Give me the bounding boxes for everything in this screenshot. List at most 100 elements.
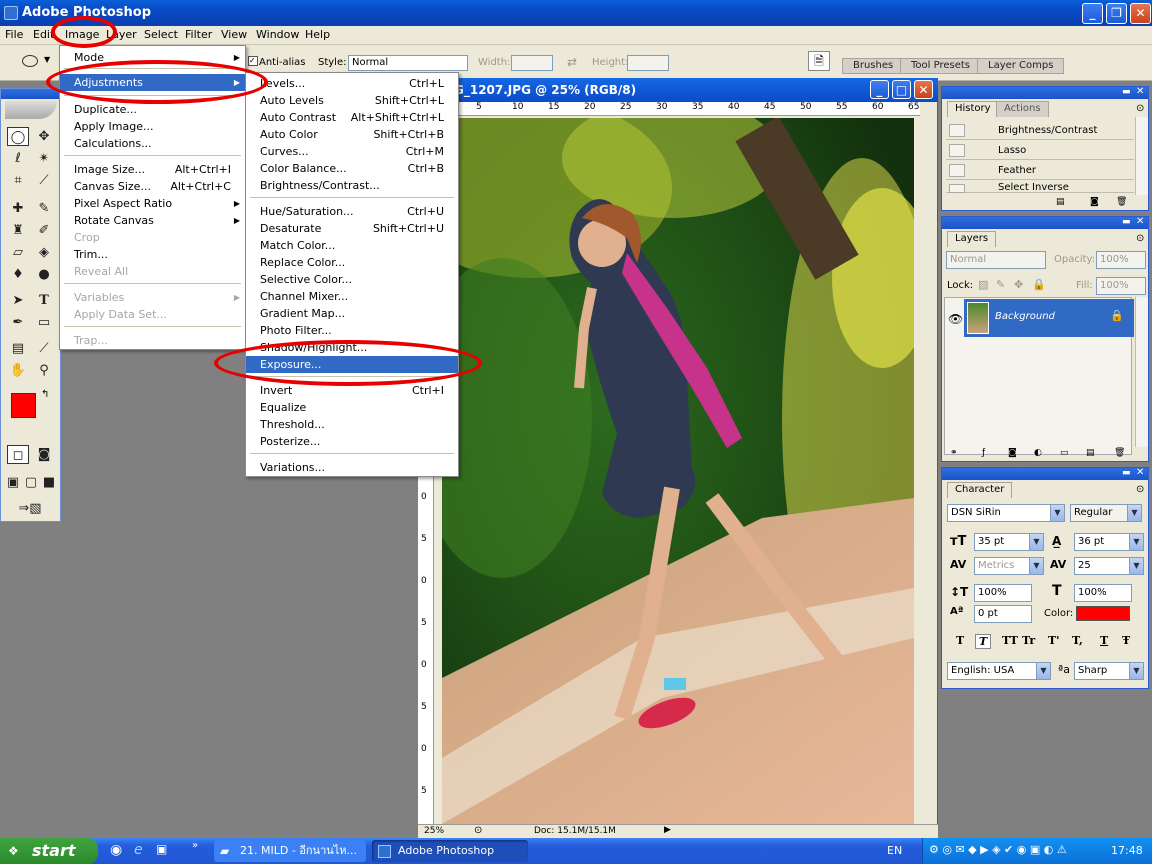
link-layers-icon[interactable]: ⚭ — [950, 448, 958, 458]
palette-menu-icon[interactable]: ⊙ — [1136, 233, 1144, 244]
fill-field[interactable]: 100% — [1096, 277, 1146, 295]
slice-tool-icon[interactable]: ⟋ — [33, 171, 55, 190]
superscript-button[interactable]: T' — [1048, 634, 1060, 647]
status-menu-icon[interactable]: ⊙ — [474, 825, 482, 836]
magic-wand-icon[interactable]: ✴ — [33, 149, 55, 168]
menu-item-pixel-aspect-ratio[interactable]: Pixel Aspect Ratio ▶ — [60, 195, 245, 212]
status-arrow-icon[interactable]: ▶ — [664, 825, 671, 835]
faux-italic-button[interactable]: T — [975, 634, 992, 649]
menu-view[interactable]: View — [221, 28, 247, 41]
lock-transparency-icon[interactable]: ▨ — [978, 278, 988, 291]
tab-layers[interactable]: Layers — [947, 231, 997, 247]
tray-icons[interactable]: ⚙ ◎ ✉ ◆ ▶ ◈ ✔ ◉ ▣ ◐ ⚠ — [929, 843, 1067, 856]
tracking-field[interactable]: 25 ▼ — [1074, 557, 1144, 575]
menu-item-photo-filter[interactable]: Photo Filter... — [246, 322, 458, 339]
well-tab-layer-comps[interactable]: Layer Comps — [977, 58, 1065, 74]
blend-mode-select[interactable]: Normal — [946, 251, 1046, 269]
baseline-shift-field[interactable]: 0 pt — [974, 605, 1032, 623]
tab-actions[interactable]: Actions — [996, 101, 1049, 117]
new-group-icon[interactable]: ▭ — [1060, 448, 1069, 458]
zoom-level[interactable]: 25% — [424, 826, 444, 836]
minimize-button[interactable]: _ — [1082, 3, 1103, 24]
layer-style-icon[interactable]: ƒ — [982, 448, 985, 458]
lock-all-icon[interactable]: 🔒 — [1032, 278, 1046, 291]
toolbox-header[interactable] — [1, 89, 60, 99]
palette-close-icon[interactable]: ✕ — [1136, 216, 1144, 227]
history-scrollbar[interactable] — [1135, 117, 1148, 195]
history-brush-icon[interactable]: ✐ — [33, 221, 55, 240]
layers-scrollbar[interactable] — [1135, 297, 1148, 447]
small-caps-button[interactable]: Tr — [1022, 634, 1035, 647]
height-field[interactable] — [627, 55, 669, 71]
menu-item-curves[interactable]: Curves... Ctrl+M — [246, 143, 458, 160]
start-button[interactable]: ❖ start — [0, 838, 98, 864]
anti-alias-checkbox[interactable]: ✓ — [248, 56, 258, 66]
menu-item-calculations[interactable]: Calculations... — [60, 135, 245, 152]
history-item[interactable]: Feather — [946, 161, 1134, 180]
character-header[interactable] — [942, 468, 1148, 480]
marquee-tool-icon[interactable]: ◯ — [7, 127, 29, 146]
doc-maximize-button[interactable]: □ — [892, 80, 911, 99]
zoom-tool-icon[interactable]: ⚲ — [33, 361, 55, 380]
blur-tool-icon[interactable]: ♦ — [7, 265, 29, 284]
restore-button[interactable]: ❐ — [1106, 3, 1127, 24]
hand-tool-icon[interactable]: ✋ — [7, 361, 29, 380]
layer-name[interactable]: Background — [995, 311, 1055, 322]
menu-item-equalize[interactable]: Equalize — [246, 399, 458, 416]
menu-item-auto-contrast[interactable]: Auto Contrast Alt+Shift+Ctrl+L — [246, 109, 458, 126]
doc-minimize-button[interactable]: _ — [870, 80, 889, 99]
lasso-tool-icon[interactable]: ℓ — [7, 149, 29, 168]
underline-button[interactable]: T — [1100, 634, 1108, 647]
menu-item-canvas-size[interactable]: Canvas Size... Alt+Ctrl+C — [60, 178, 245, 195]
faux-bold-button[interactable]: T — [956, 634, 964, 647]
menu-item-gradient-map[interactable]: Gradient Map... — [246, 305, 458, 322]
palette-close-icon[interactable]: ✕ — [1136, 467, 1144, 478]
palette-minimize-icon[interactable]: ▬ — [1122, 87, 1131, 97]
close-button[interactable]: ✕ — [1130, 3, 1151, 24]
layer-mask-icon[interactable]: ◙ — [1008, 448, 1017, 458]
internet-explorer-icon[interactable]: e — [134, 842, 143, 858]
dodge-tool-icon[interactable]: ● — [33, 265, 55, 284]
palette-minimize-icon[interactable]: ▬ — [1122, 468, 1131, 478]
menu-item-selective-color[interactable]: Selective Color... — [246, 271, 458, 288]
tab-history[interactable]: History — [947, 101, 999, 117]
eraser-icon[interactable]: ▱ — [7, 243, 29, 262]
palette-menu-icon[interactable]: ⊙ — [1136, 103, 1144, 114]
menu-item-image-size[interactable]: Image Size... Alt+Ctrl+I — [60, 161, 245, 178]
move-tool-icon[interactable]: ✥ — [33, 127, 55, 146]
menu-help[interactable]: Help — [305, 28, 330, 41]
layer-row-background[interactable]: Background 🔒 — [964, 299, 1134, 337]
type-tool-icon[interactable]: T — [33, 291, 55, 310]
brush-tool-icon[interactable]: ✎ — [33, 199, 55, 218]
leading-field[interactable]: 36 pt ▼ — [1074, 533, 1144, 551]
menu-file[interactable]: File — [5, 28, 23, 41]
menu-item-color-balance[interactable]: Color Balance... Ctrl+B — [246, 160, 458, 177]
screen-mode-full-menu-icon[interactable]: ▢ — [23, 473, 39, 492]
font-family-select[interactable]: DSN SiRin ▼ — [947, 504, 1065, 522]
width-field[interactable] — [511, 55, 553, 71]
font-style-select[interactable]: Regular ▼ — [1070, 504, 1142, 522]
menu-item-apply-image[interactable]: Apply Image... — [60, 118, 245, 135]
style-select[interactable]: Normal — [348, 55, 468, 71]
eyedropper-icon[interactable]: ⟋ — [33, 339, 55, 358]
subscript-button[interactable]: T, — [1072, 634, 1083, 647]
eye-icon[interactable]: 👁 — [948, 312, 963, 326]
opacity-field[interactable]: 100% — [1096, 251, 1146, 269]
history-header[interactable] — [942, 87, 1148, 99]
jump-to-imageready-icon[interactable]: ⇒▧ — [7, 499, 53, 518]
task-mild[interactable]: ▰ 21. MILD - อีกนานไห... — [214, 840, 366, 862]
menu-filter[interactable]: Filter — [185, 28, 212, 41]
crop-tool-icon[interactable]: ⌗ — [7, 171, 29, 190]
vertical-scale-field[interactable]: 100% — [974, 584, 1032, 602]
screen-mode-standard-icon[interactable]: ▣ — [5, 473, 21, 492]
menu-item-levels[interactable]: Levels... Ctrl+L — [246, 75, 458, 92]
menu-item-threshold[interactable]: Threshold... — [246, 416, 458, 433]
history-item[interactable]: Brightness/Contrast — [946, 121, 1134, 140]
history-item[interactable]: Select Inverse — [946, 181, 1134, 193]
task-photoshop[interactable]: Adobe Photoshop — [372, 840, 528, 862]
delete-layer-icon[interactable]: 🗑 — [1114, 448, 1125, 458]
quicklaunch-app-icon[interactable]: ◉ — [110, 842, 122, 858]
clone-stamp-icon[interactable]: ♜ — [7, 221, 29, 240]
quicklaunch-more-icon[interactable]: » — [192, 840, 198, 851]
menu-select[interactable]: Select — [144, 28, 178, 41]
